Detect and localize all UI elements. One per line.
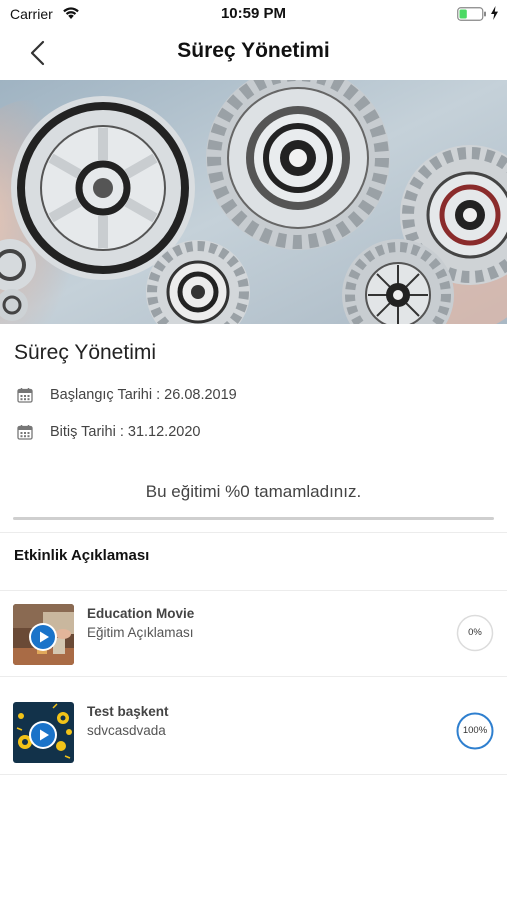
- end-date-row: Bitiş Tarihi : 31.12.2020: [17, 422, 200, 442]
- course-title: Süreç Yönetimi: [14, 341, 157, 364]
- divider: [0, 676, 507, 677]
- status-time: 10:59 PM: [220, 5, 287, 22]
- activity-title: Test başkent: [87, 704, 169, 719]
- activity-item-test-baskent[interactable]: Test başkent sdvcasdvada 100%: [0, 688, 507, 784]
- activity-description: sdvcasdvada: [87, 723, 166, 738]
- start-date-text: Başlangıç Tarihi : 26.08.2019: [50, 387, 237, 403]
- activity-item-education-movie[interactable]: Education Movie Eğitim Açıklaması 0%: [0, 590, 507, 686]
- divider: [0, 532, 507, 533]
- activity-title: Education Movie: [87, 606, 195, 621]
- charging-bolt-icon: [491, 6, 498, 20]
- page-title: Süreç Yönetimi: [177, 39, 330, 62]
- divider: [0, 774, 507, 775]
- activity-thumbnail: [13, 702, 74, 763]
- play-icon: [29, 623, 57, 651]
- activity-description: Eğitim Açıklaması: [87, 625, 194, 640]
- activity-thumbnail: [13, 604, 74, 665]
- course-progress-bar: [13, 517, 494, 520]
- status-bar: Carrier 10:59 PM: [0, 0, 507, 28]
- end-date-text: Bitiş Tarihi : 31.12.2020: [50, 424, 201, 440]
- course-banner-image: [0, 80, 507, 324]
- course-progress-text: Bu eğitimi %0 tamamladınız.: [145, 482, 362, 501]
- start-date-row: Başlangıç Tarihi : 26.08.2019: [17, 385, 237, 405]
- section-title: Etkinlik Açıklaması: [14, 547, 150, 564]
- activity-progress-label: 0%: [468, 627, 482, 638]
- battery-icon: [457, 7, 486, 21]
- activity-progress-label: 100%: [462, 725, 488, 736]
- calendar-icon: [17, 388, 33, 403]
- calendar-icon: [17, 425, 33, 440]
- navigation-bar: Süreç Yönetimi: [0, 28, 507, 78]
- play-icon: [29, 721, 57, 749]
